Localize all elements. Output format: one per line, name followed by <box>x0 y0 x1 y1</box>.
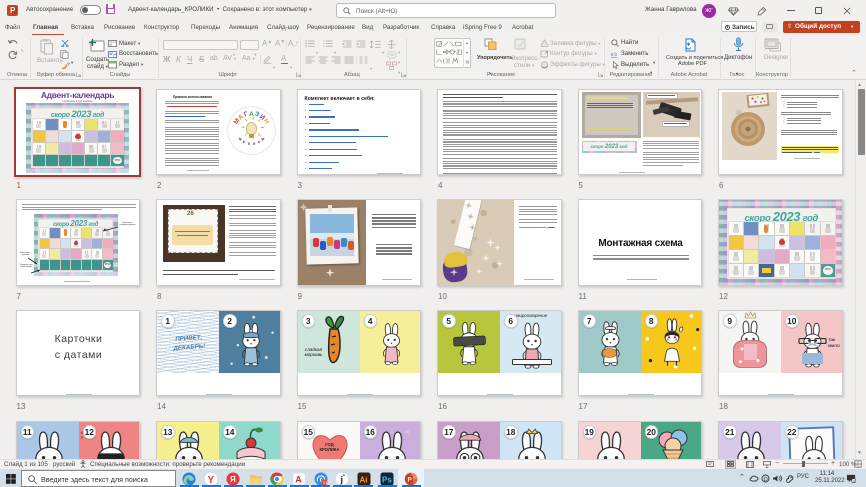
svg-text:9: 9 <box>853 479 855 483</box>
svg-text:A: A <box>295 474 302 484</box>
svg-text:P: P <box>408 476 413 483</box>
svg-text:j: j <box>339 474 343 484</box>
svg-text:Ps: Ps <box>382 475 392 484</box>
svg-text:Ai: Ai <box>359 475 367 484</box>
svg-text:a: a <box>611 52 614 58</box>
svg-text:Я: Я <box>230 475 236 484</box>
svg-text:b: b <box>614 52 617 58</box>
svg-text:Y: Y <box>208 475 215 486</box>
svg-text:D: D <box>764 477 768 483</box>
svg-text:21: 21 <box>323 480 328 485</box>
